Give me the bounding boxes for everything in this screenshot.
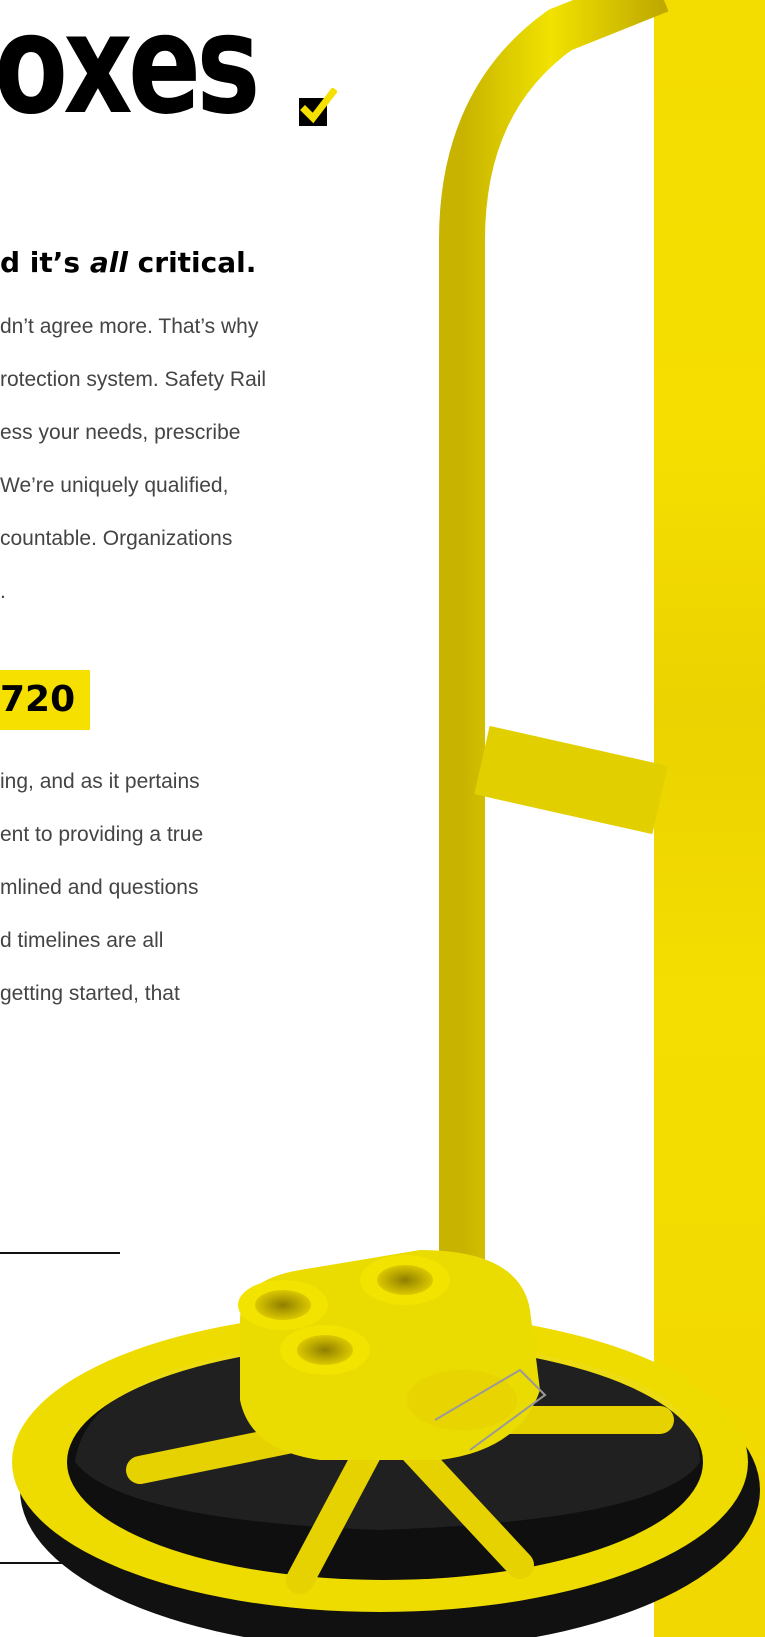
safety-rail-base-image xyxy=(12,0,760,1637)
